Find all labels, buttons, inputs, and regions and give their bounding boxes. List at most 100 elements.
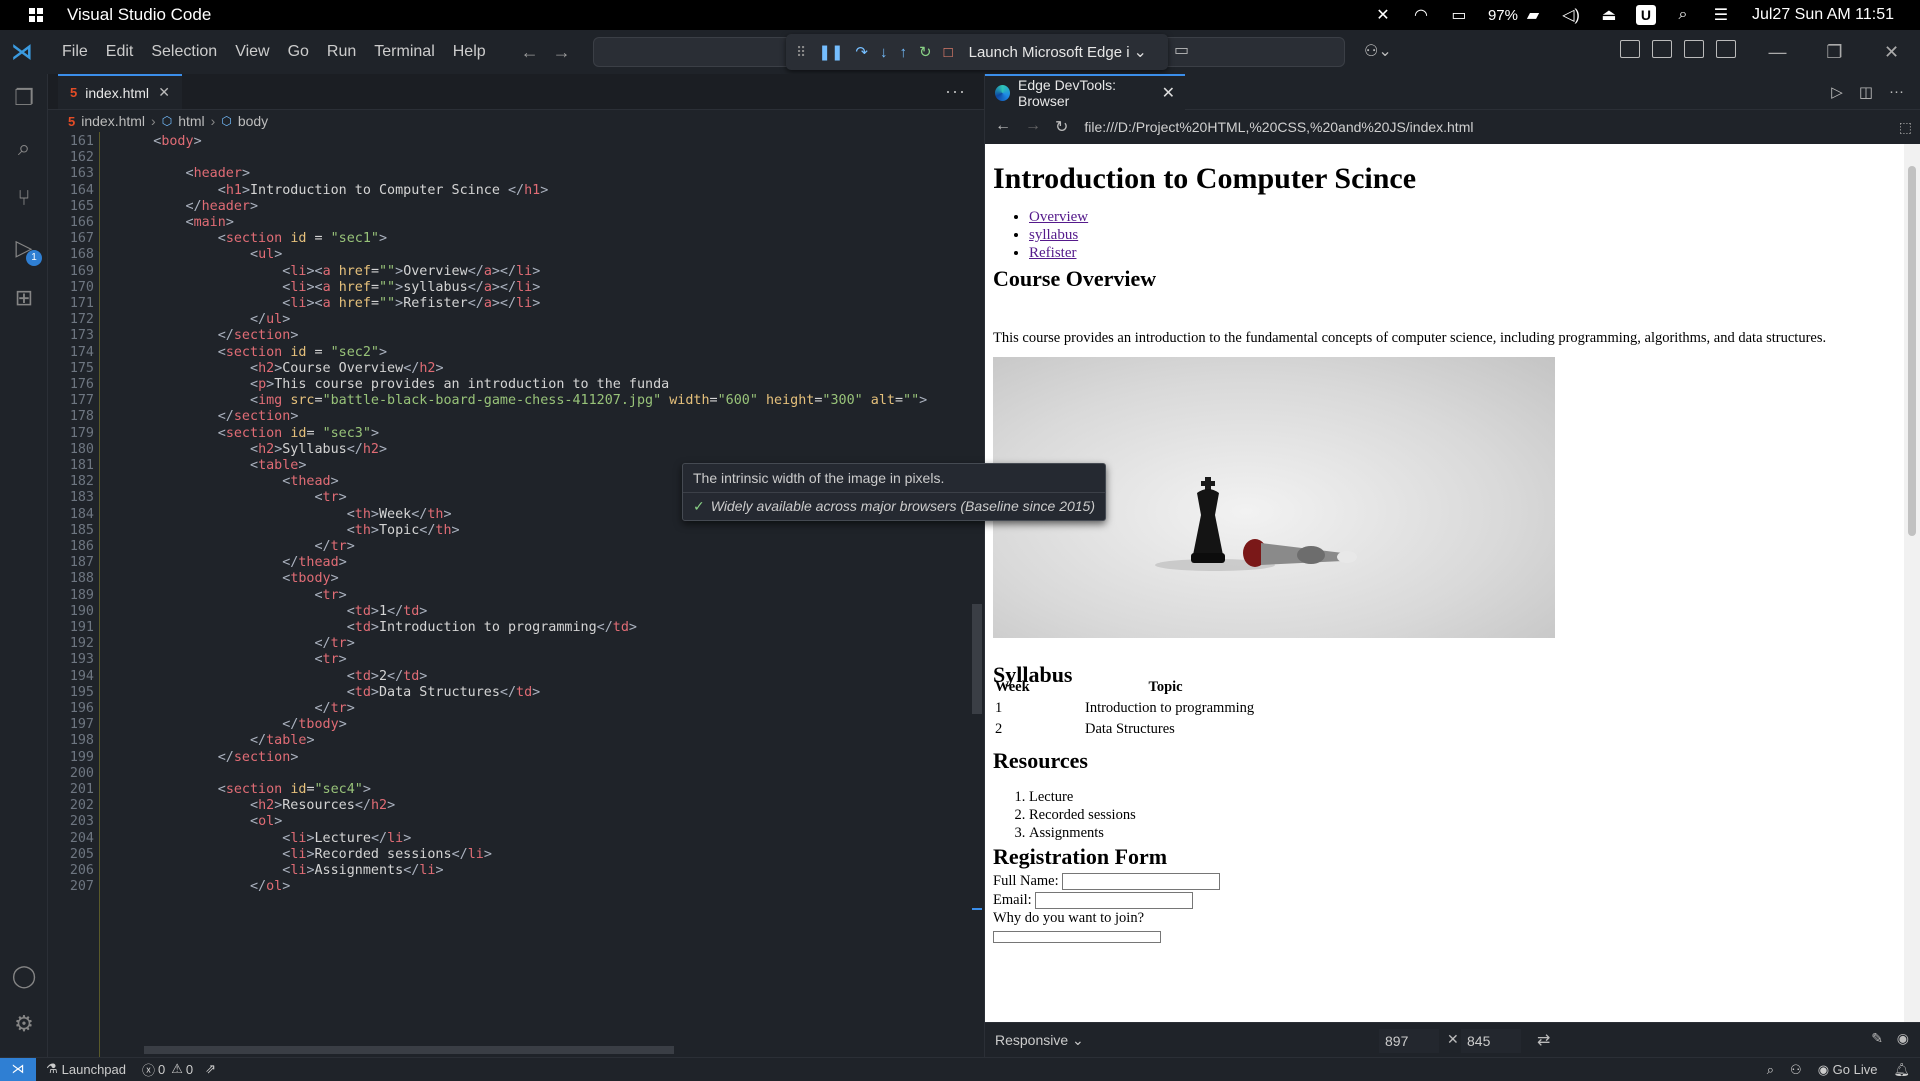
drag-handle-icon[interactable]: ⠿ xyxy=(796,44,806,61)
error-count[interactable]: 0 xyxy=(158,1062,165,1077)
code-token: </ xyxy=(596,620,613,635)
close-tab-icon[interactable]: ✕ xyxy=(158,84,170,101)
minimize-button[interactable]: — xyxy=(1749,30,1806,74)
step-over-icon[interactable]: ↷ xyxy=(855,43,868,61)
clock[interactable]: Jul27 Sun AM 11:51 xyxy=(1752,6,1894,24)
code-token: </ xyxy=(314,539,331,554)
step-into-icon[interactable]: ↓ xyxy=(880,44,888,61)
page-scrollbar[interactable] xyxy=(1904,144,1920,1022)
close-window-button[interactable]: ✕ xyxy=(1863,30,1920,74)
inspect-icon[interactable]: ⬚ xyxy=(1899,119,1912,136)
code-area[interactable]: 161 <body> 162 163 <header> 164 <h1>Introdu… xyxy=(48,132,984,1057)
menu-go[interactable]: Go xyxy=(279,30,318,74)
restart-icon[interactable]: ↻ xyxy=(919,43,932,61)
toggle-panel-icon[interactable] xyxy=(1684,40,1704,58)
toggle-primary-sidebar-icon[interactable] xyxy=(1652,40,1672,58)
explorer-icon[interactable]: ❐ xyxy=(10,84,38,112)
edge-icon xyxy=(995,84,1010,101)
launch-config-select[interactable]: Launch Microsoft Edge i xyxy=(969,44,1130,61)
remote-indicator-icon[interactable]: ⋊ xyxy=(0,1057,36,1081)
eye-icon[interactable]: ◉ xyxy=(1897,1030,1909,1047)
wifi-icon[interactable]: ◠ xyxy=(1410,4,1432,26)
u-app-icon[interactable]: U xyxy=(1635,5,1656,25)
device-mode-select[interactable]: Responsive ⌄ xyxy=(995,1032,1084,1049)
search-icon[interactable]: ⌕ xyxy=(10,134,38,162)
stop-icon[interactable]: □ xyxy=(944,44,953,61)
breadcrumb-file[interactable]: index.html xyxy=(81,113,145,129)
menu-view[interactable]: View xyxy=(226,30,278,74)
windows-logo-icon[interactable] xyxy=(29,8,43,22)
reload-icon[interactable]: ↻ xyxy=(1055,117,1068,137)
customize-layout-icon[interactable] xyxy=(1620,40,1640,58)
code-token: > xyxy=(370,603,379,619)
code-token: > xyxy=(395,279,404,295)
warning-icon[interactable]: ⚠ xyxy=(171,1061,183,1077)
back-arrow-icon[interactable]: ← xyxy=(521,42,539,63)
bluetooth-off-icon[interactable]: ✕ xyxy=(1372,4,1394,26)
link-overview[interactable]: Overview xyxy=(1029,209,1088,225)
tab-edge-devtools-browser[interactable]: Edge DevTools: Browser ✕ xyxy=(985,73,1185,110)
search-icon[interactable]: ⌕ xyxy=(1672,4,1694,26)
link-syllabus[interactable]: syllabus xyxy=(1029,227,1078,243)
extensions-icon[interactable]: ⊞ xyxy=(10,284,38,312)
height-input[interactable]: 845 xyxy=(1461,1029,1521,1053)
more-actions-icon[interactable]: ··· xyxy=(945,74,966,109)
page-scrollbar-thumb[interactable] xyxy=(1908,166,1916,536)
breadcrumb-body[interactable]: body xyxy=(238,113,268,129)
editor-horizontal-scrollbar[interactable] xyxy=(144,1046,674,1054)
account-icon[interactable]: ◯ xyxy=(10,962,38,990)
toggle-secondary-sidebar-icon[interactable] xyxy=(1716,40,1736,58)
menu-run[interactable]: Run xyxy=(318,30,365,74)
control-center-icon[interactable]: ☰ xyxy=(1710,4,1732,26)
split-editor-icon[interactable]: ◫ xyxy=(1859,83,1873,101)
source-control-icon[interactable]: ⑂ xyxy=(10,184,38,212)
tab-index-html[interactable]: 5 index.html ✕ xyxy=(58,74,182,109)
magic-wand-icon[interactable]: ✎ xyxy=(1871,1030,1883,1047)
live-share-icon[interactable]: ⇗ xyxy=(205,1061,216,1077)
volume-icon[interactable]: ◁) xyxy=(1560,4,1582,26)
code-token: li xyxy=(419,863,436,878)
pause-icon[interactable]: ❚❚ xyxy=(818,43,843,61)
rotate-icon[interactable]: ⇄ xyxy=(1537,1030,1550,1050)
code-token: > xyxy=(330,474,339,490)
more-actions-icon[interactable]: ··· xyxy=(1889,83,1904,101)
email-field[interactable] xyxy=(1035,891,1194,909)
menu-help[interactable]: Help xyxy=(444,30,495,74)
forward-arrow-icon[interactable]: → xyxy=(553,42,571,63)
launchpad-icon[interactable]: ⚗ xyxy=(46,1061,58,1077)
step-out-icon[interactable]: ↑ xyxy=(899,44,907,61)
full-name-field[interactable] xyxy=(1062,873,1221,891)
notifications-bell-icon[interactable]: 🔔︎ xyxy=(1893,1062,1910,1078)
menu-file[interactable]: File xyxy=(53,30,97,74)
errors-icon[interactable]: ⓧ xyxy=(142,1060,155,1079)
restore-button[interactable]: ❐ xyxy=(1806,30,1863,74)
warning-count[interactable]: 0 xyxy=(186,1062,193,1077)
browser-back-icon[interactable]: ← xyxy=(995,117,1011,137)
settings-gear-icon[interactable]: ⚙ xyxy=(10,1010,38,1038)
chevron-down-icon[interactable]: ⌄ xyxy=(1134,42,1147,62)
code-line[interactable]: 207 </ol> xyxy=(48,877,984,897)
link-register[interactable]: Refister xyxy=(1029,245,1076,261)
code-token: > xyxy=(403,830,412,846)
launchpad-label[interactable]: Launchpad xyxy=(62,1062,126,1077)
go-live-button[interactable]: ◉ Go Live xyxy=(1818,1062,1878,1078)
breadcrumb-html[interactable]: html xyxy=(178,113,204,129)
run-icon[interactable]: ▷ xyxy=(1831,83,1843,101)
code-token: tr xyxy=(322,490,339,506)
close-tab-icon[interactable]: ✕ xyxy=(1162,83,1175,103)
zoom-icon[interactable]: ⌕ xyxy=(1767,1062,1774,1078)
battery-icon[interactable]: ▰ xyxy=(1522,4,1544,26)
browser-forward-icon[interactable]: → xyxy=(1025,117,1041,137)
why-join-field[interactable] xyxy=(993,931,1161,944)
display-icon[interactable]: ▭ xyxy=(1448,4,1470,26)
menu-selection[interactable]: Selection xyxy=(142,30,226,74)
url-input[interactable]: file:///D:/Project%20HTML,%20CSS,%20and%… xyxy=(1084,119,1473,135)
eject-icon[interactable]: ⏏ xyxy=(1598,4,1620,26)
copilot-icon[interactable]: ⚇⌄ xyxy=(1364,41,1392,61)
screencast-icon[interactable]: ▭ xyxy=(1174,40,1189,60)
copilot-status-icon[interactable]: ⚇ xyxy=(1790,1062,1802,1078)
menu-edit[interactable]: Edit xyxy=(97,30,143,74)
menu-terminal[interactable]: Terminal xyxy=(365,30,443,74)
editor-vertical-scrollbar[interactable] xyxy=(972,604,982,714)
width-input[interactable]: 897 xyxy=(1379,1029,1439,1053)
